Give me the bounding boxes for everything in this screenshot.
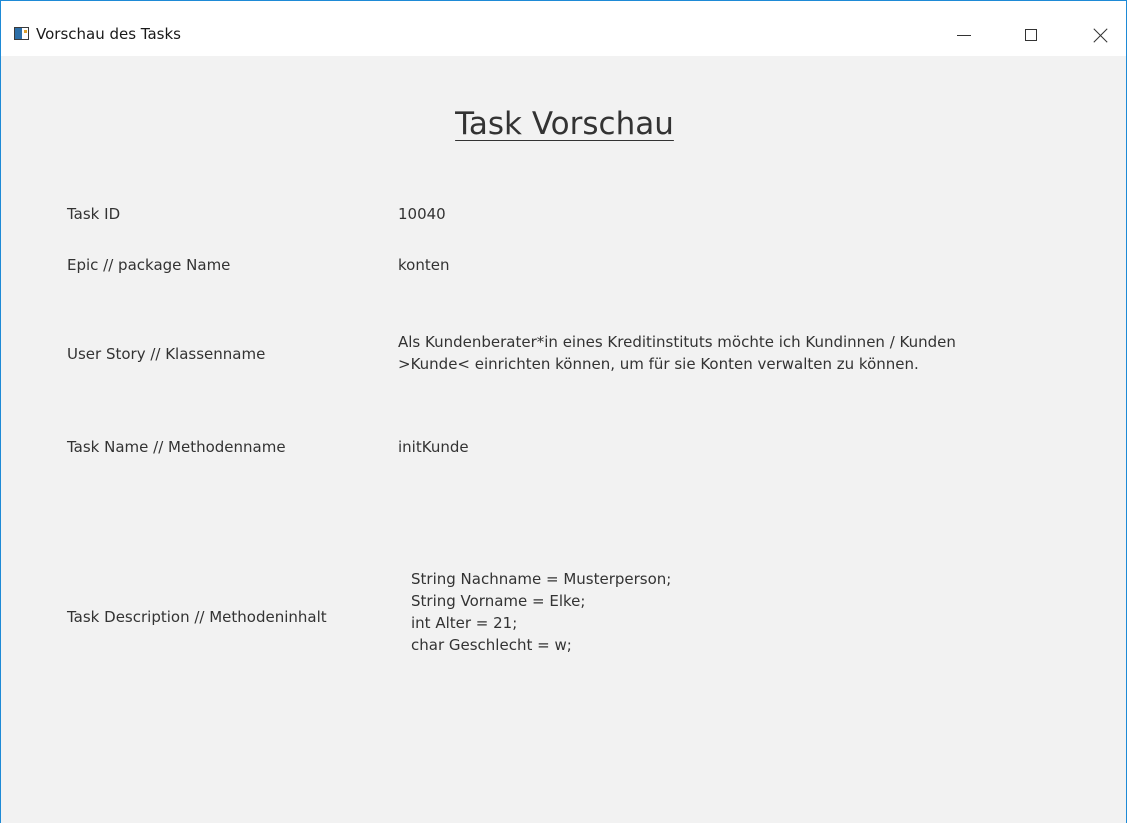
task-description-label: Task Description // Methodeninhalt [67,608,327,626]
close-icon [1094,28,1108,42]
epic-label: Epic // package Name [67,256,231,274]
task-description-value: String Nachname = Musterperson; String V… [411,570,672,654]
task-id-label: Task ID [67,205,121,223]
task-id-value: 10040 [398,205,446,223]
task-name-label: Task Name // Methodenname [67,438,286,456]
epic-value: konten [398,256,450,274]
app-window-icon [14,27,29,40]
user-story-value: Als Kundenberater*in eines Kreditinstitu… [398,333,956,373]
close-button[interactable] [1078,15,1124,55]
title-bar[interactable]: Vorschau des Tasks [1,1,1126,56]
user-story-label: User Story // Klassenname [67,345,266,363]
page-title: Task Vorschau [455,106,674,142]
window-title: Vorschau des Tasks [36,25,181,43]
maximize-icon [1025,29,1037,41]
minimize-icon [957,34,971,36]
task-name-value: initKunde [398,438,469,456]
task-preview-window: Vorschau des Tasks Task Vorschau Task ID… [0,0,1127,823]
maximize-button[interactable] [1008,15,1054,55]
minimize-button[interactable] [941,15,987,55]
